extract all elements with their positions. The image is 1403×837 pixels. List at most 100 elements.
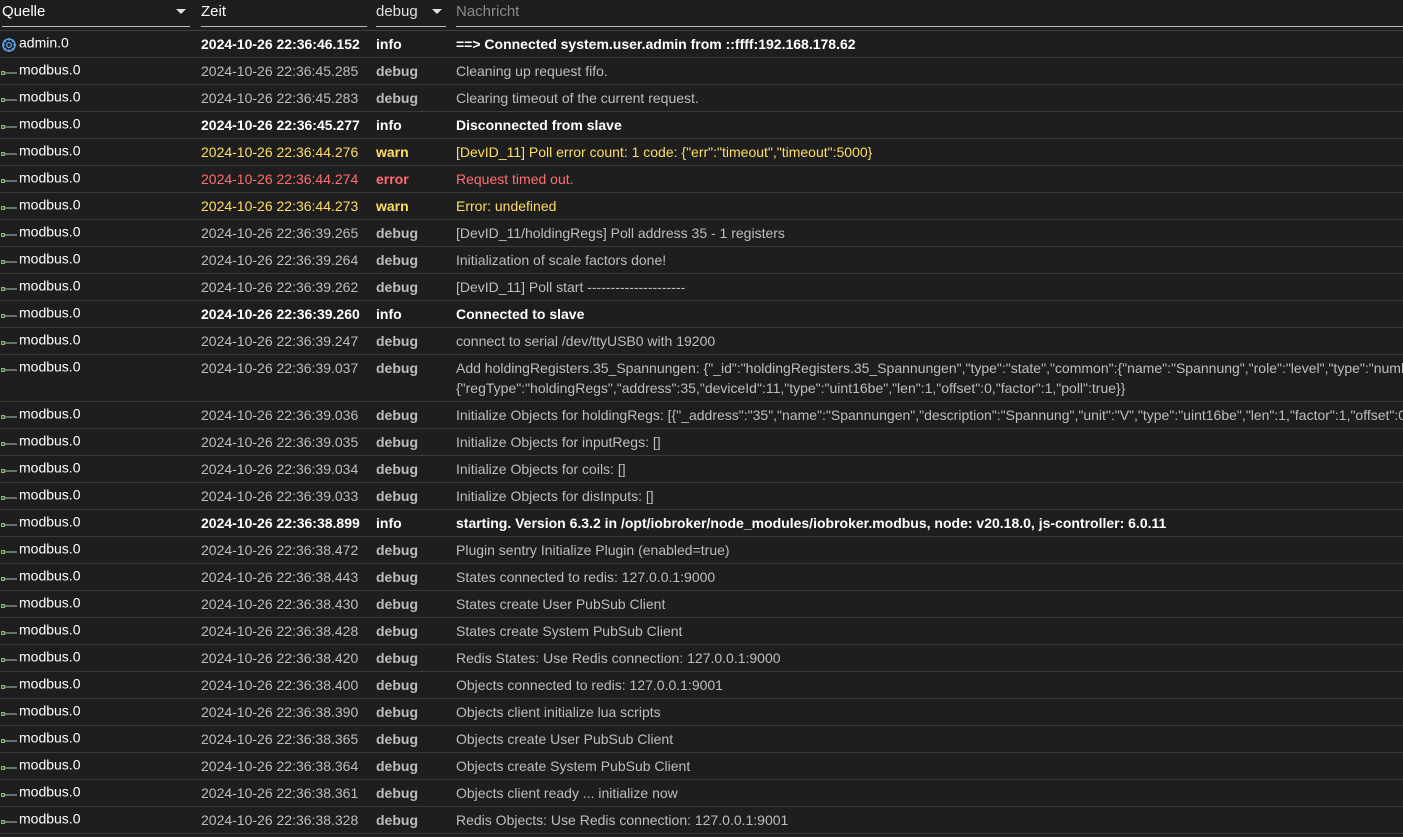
log-message-line: Initialize Objects for coils: [] <box>456 461 626 477</box>
level-filter-value: debug <box>376 3 418 20</box>
log-row: modbus.0 2024-10-26 22:36:44.273 warn Error… <box>0 193 1403 220</box>
log-message: Clearing timeout of the current request. <box>456 85 1403 111</box>
modbus-plug-icon <box>0 595 18 609</box>
log-message: Redis Objects: Use Redis connection: 127… <box>456 807 1403 833</box>
log-level: debug <box>376 596 418 612</box>
log-source: modbus.0 <box>0 271 195 298</box>
modbus-plug-icon <box>0 514 18 528</box>
log-row: modbus.0 2024-10-26 22:36:38.472 debug Plug… <box>0 537 1403 564</box>
modbus-plug-icon <box>0 487 18 501</box>
log-row: modbus.0 2024-10-26 22:36:38.430 debug Stat… <box>0 591 1403 618</box>
log-message: Error: undefined <box>456 193 1403 219</box>
message-filter-input[interactable]: Nachricht <box>456 0 1403 27</box>
log-source: modbus.0 <box>0 217 195 244</box>
log-source: modbus.0 <box>0 561 195 588</box>
log-source-name: modbus.0 <box>19 486 81 503</box>
log-message-line: Initialize Objects for disInputs: [] <box>456 488 654 504</box>
log-source: modbus.0 <box>0 136 195 163</box>
log-time: 2024-10-26 22:36:38.364 <box>201 758 359 774</box>
log-source: modbus.0 <box>0 642 195 669</box>
log-level: debug <box>376 623 418 639</box>
log-level: debug <box>376 407 418 423</box>
log-message-line: Initialize Objects for inputRegs: [] <box>456 434 661 450</box>
log-rows: admin.0 2024-10-26 22:36:46.152 info ==> Co… <box>0 31 1403 834</box>
log-message: Add holdingRegisters.35_Spannungen: {"_i… <box>456 358 1403 398</box>
log-source: modbus.0 <box>0 723 195 750</box>
log-row: modbus.0 2024-10-26 22:36:38.400 debug Obje… <box>0 672 1403 699</box>
log-level: error <box>376 171 409 187</box>
log-time: 2024-10-26 22:36:44.273 <box>201 198 359 214</box>
log-message-line: Clearing timeout of the current request. <box>456 90 699 106</box>
log-time: 2024-10-26 22:36:45.285 <box>201 63 359 79</box>
log-row: modbus.0 2024-10-26 22:36:38.899 info start… <box>0 510 1403 537</box>
log-row: modbus.0 2024-10-26 22:36:38.443 debug Stat… <box>0 564 1403 591</box>
log-message-line: Request timed out. <box>456 171 574 187</box>
chevron-down-icon[interactable] <box>176 9 186 14</box>
log-source-name: modbus.0 <box>19 277 81 294</box>
log-message: Objects create System PubSub Client <box>456 753 1403 779</box>
source-filter-select[interactable]: Quelle <box>2 0 190 27</box>
log-time: 2024-10-26 22:36:38.472 <box>201 542 359 558</box>
log-message: [DevID_11/holdingRegs] Poll address 35 -… <box>456 220 1403 246</box>
log-message-line: Initialize Objects for holdingRegs: [{"_… <box>456 407 1403 423</box>
log-source-name: admin.0 <box>19 34 69 51</box>
log-message-line: connect to serial /dev/ttyUSB0 with 1920… <box>456 333 716 349</box>
log-row: modbus.0 2024-10-26 22:36:39.265 debug [Dev… <box>0 220 1403 247</box>
log-message: Objects client initialize lua scripts <box>456 699 1403 725</box>
log-source: modbus.0 <box>0 82 195 109</box>
log-row: modbus.0 2024-10-26 22:36:44.276 warn [DevI… <box>0 139 1403 166</box>
log-row: modbus.0 2024-10-26 22:36:39.260 info Conne… <box>0 301 1403 328</box>
log-source-name: modbus.0 <box>19 250 81 267</box>
chevron-down-icon[interactable] <box>432 9 442 14</box>
log-message-line: Redis Objects: Use Redis connection: 127… <box>456 812 789 828</box>
modbus-plug-icon <box>0 811 18 825</box>
time-column-header: Zeit <box>201 0 367 27</box>
log-level: warn <box>376 198 409 214</box>
log-level: debug <box>376 569 418 585</box>
log-level: debug <box>376 252 418 268</box>
log-level: debug <box>376 650 418 666</box>
log-source: modbus.0 <box>0 352 195 379</box>
log-level: debug <box>376 704 418 720</box>
log-source-name: modbus.0 <box>19 196 81 213</box>
log-row: modbus.0 2024-10-26 22:36:39.037 debug Add … <box>0 355 1403 402</box>
log-time: 2024-10-26 22:36:45.277 <box>201 117 360 133</box>
modbus-plug-icon <box>0 757 18 771</box>
log-message-line: [DevID_11] Poll start ------------------… <box>456 279 686 295</box>
modbus-plug-icon <box>0 359 18 373</box>
log-row: modbus.0 2024-10-26 22:36:45.285 debug Clea… <box>0 58 1403 85</box>
log-source-name: modbus.0 <box>19 756 81 773</box>
log-message-line: States create System PubSub Client <box>456 623 683 639</box>
log-message: connect to serial /dev/ttyUSB0 with 1920… <box>456 328 1403 354</box>
log-time: 2024-10-26 22:36:38.428 <box>201 623 359 639</box>
log-source-name: modbus.0 <box>19 810 81 827</box>
log-level: debug <box>376 677 418 693</box>
log-message-line: States connected to redis: 127.0.0.1:900… <box>456 569 716 585</box>
level-filter-select[interactable]: debug <box>376 0 446 27</box>
log-source-name: modbus.0 <box>19 567 81 584</box>
log-source-name: modbus.0 <box>19 513 81 530</box>
log-source-name: modbus.0 <box>19 358 81 375</box>
log-message-line: Error: undefined <box>456 198 557 214</box>
log-message: Initialize Objects for disInputs: [] <box>456 483 1403 509</box>
log-time: 2024-10-26 22:36:39.262 <box>201 279 359 295</box>
log-level: debug <box>376 488 418 504</box>
admin-gear-icon <box>0 35 18 53</box>
log-level: debug <box>376 279 418 295</box>
log-source: modbus.0 <box>0 163 195 190</box>
log-message-line: [DevID_11] Poll error count: 1 code: {"e… <box>456 144 873 160</box>
log-source: modbus.0 <box>0 453 195 480</box>
log-row: modbus.0 2024-10-26 22:36:39.033 debug Init… <box>0 483 1403 510</box>
modbus-plug-icon <box>0 784 18 798</box>
log-source-name: modbus.0 <box>19 783 81 800</box>
log-row: modbus.0 2024-10-26 22:36:44.274 error Requ… <box>0 166 1403 193</box>
log-time: 2024-10-26 22:36:39.033 <box>201 488 359 504</box>
log-row: modbus.0 2024-10-26 22:36:39.247 debug conn… <box>0 328 1403 355</box>
log-time: 2024-10-26 22:36:39.036 <box>201 407 359 423</box>
log-source-name: modbus.0 <box>19 405 81 422</box>
log-message: Request timed out. <box>456 166 1403 192</box>
log-source: modbus.0 <box>0 399 195 426</box>
log-source-name: modbus.0 <box>19 304 81 321</box>
log-row: modbus.0 2024-10-26 22:36:39.034 debug Init… <box>0 456 1403 483</box>
log-message-line: Cleaning up request fifo. <box>456 63 608 79</box>
